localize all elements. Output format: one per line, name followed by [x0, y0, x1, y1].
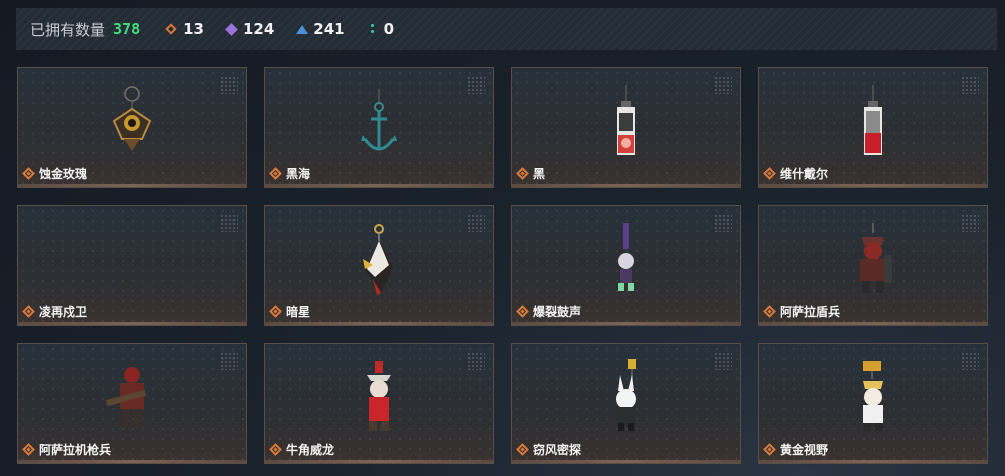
- item-name: 凌再戍卫: [39, 305, 88, 319]
- item-name: 黑: [533, 167, 546, 181]
- orange-diamond-icon: [518, 445, 527, 454]
- orange-diamond-icon: [518, 307, 527, 316]
- stat-orange-value: 13: [183, 20, 204, 38]
- item-card[interactable]: 维什戴尔: [758, 67, 988, 188]
- purple-diamond-icon: [226, 24, 237, 35]
- charm-image: [265, 214, 493, 304]
- item-name: 蚀金玫瑰: [39, 167, 88, 181]
- orange-diamond-icon: [271, 445, 280, 454]
- item-card[interactable]: 牛角威龙: [264, 343, 494, 464]
- stat-teal: 0: [367, 20, 394, 38]
- charm-image: [18, 214, 246, 304]
- item-name: 维什戴尔: [780, 167, 829, 181]
- charm-image: [265, 76, 493, 166]
- stat-teal-value: 0: [383, 20, 395, 38]
- charm-image: [759, 76, 987, 166]
- orange-diamond-icon: [765, 445, 774, 454]
- stat-blue: 241: [296, 20, 345, 38]
- charm-image: [512, 352, 740, 442]
- item-name: 窃风密探: [533, 443, 582, 457]
- orange-diamond-icon: [765, 307, 774, 316]
- charm-image: [18, 76, 246, 166]
- charm-image: [18, 352, 246, 442]
- item-name: 黑海: [286, 167, 311, 181]
- owned-count: 378: [113, 20, 141, 38]
- item-card[interactable]: 阿萨拉盾兵: [758, 205, 988, 326]
- orange-diamond-icon: [271, 169, 280, 178]
- charm-image: [512, 76, 740, 166]
- item-card[interactable]: 窃风密探: [511, 343, 741, 464]
- stat-orange: 13: [166, 20, 204, 38]
- stat-purple: 124: [226, 20, 274, 38]
- item-name: 爆裂鼓声: [533, 305, 582, 319]
- charm-image: [759, 214, 987, 304]
- item-card[interactable]: 暗星: [264, 205, 494, 326]
- item-name: 牛角威龙: [286, 443, 335, 457]
- charm-image: [512, 214, 740, 304]
- item-name: 阿萨拉机枪兵: [39, 443, 112, 457]
- item-name: 暗星: [286, 305, 311, 319]
- item-name: 黄金视野: [780, 443, 829, 457]
- orange-diamond-icon: [24, 169, 33, 178]
- orange-diamond-icon: [24, 307, 33, 316]
- orange-diamond-icon: [765, 169, 774, 178]
- owned-label: 已拥有数量: [30, 20, 106, 39]
- item-card[interactable]: 凌再戍卫: [17, 205, 247, 326]
- stat-blue-value: 241: [313, 20, 345, 38]
- item-card[interactable]: 黑: [511, 67, 741, 188]
- charm-image: [265, 352, 493, 442]
- orange-diamond-icon: [271, 307, 280, 316]
- item-card[interactable]: 爆裂鼓声: [511, 205, 741, 326]
- item-card[interactable]: 阿萨拉机枪兵: [17, 343, 247, 464]
- item-card[interactable]: 蚀金玫瑰: [17, 67, 247, 188]
- item-card[interactable]: 黑海: [264, 67, 494, 188]
- orange-diamond-icon: [24, 445, 33, 454]
- item-name: 阿萨拉盾兵: [780, 305, 841, 319]
- orange-diamond-icon: [166, 24, 177, 35]
- orange-diamond-icon: [518, 169, 527, 178]
- item-card[interactable]: 黄金视野: [758, 343, 988, 464]
- teal-dots-icon: [367, 23, 378, 35]
- stat-purple-value: 124: [242, 20, 275, 38]
- blue-triangle-icon: [296, 24, 309, 35]
- owned-summary-bar: 已拥有数量 378 13 124 241 0: [16, 8, 997, 50]
- charm-image: [759, 352, 987, 442]
